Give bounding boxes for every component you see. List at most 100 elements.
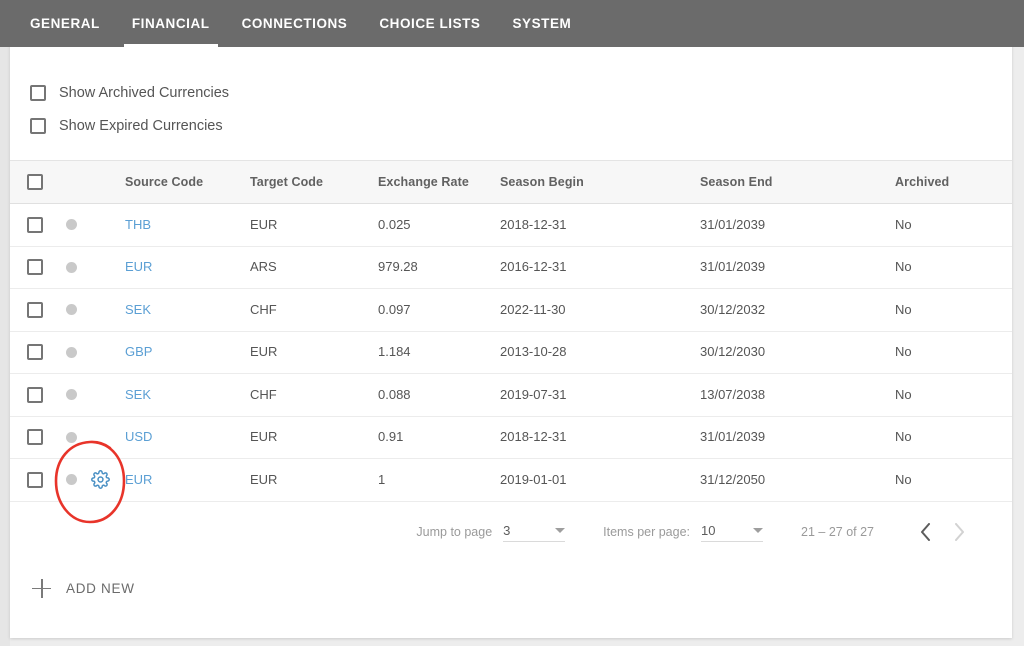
tab-system[interactable]: SYSTEM [496, 0, 587, 47]
row-select-cell[interactable] [10, 471, 60, 488]
row-select-cell[interactable] [10, 259, 60, 276]
source-code-link[interactable]: SEK [125, 387, 151, 402]
cell-season-begin: 2019-07-31 [500, 386, 700, 404]
cell-target-code: CHF [250, 386, 378, 404]
cell-source-code[interactable]: SEK [125, 386, 250, 404]
table-row[interactable]: SEK CHF 0.097 2022-11-30 30/12/2032 No [10, 289, 1012, 332]
row-select-cell[interactable] [10, 429, 60, 446]
cell-target-code: EUR [250, 216, 378, 234]
cell-text: 0.088 [378, 386, 411, 402]
checkbox-row-select[interactable] [27, 259, 43, 276]
table-row[interactable]: EUR EUR 1 2019-01-01 31/12/2050 No [10, 459, 1012, 502]
cell-text: 13/07/2038 [700, 386, 766, 402]
cell-exchange-rate: 979.28 [378, 258, 500, 276]
cell-text: 2019-07-31 [500, 386, 567, 402]
row-select-cell[interactable] [10, 344, 60, 361]
row-icon-cell [60, 346, 125, 358]
cell-text: CHF [250, 301, 277, 317]
table-row[interactable]: SEK CHF 0.088 2019-07-31 13/07/2038 No [10, 374, 1012, 417]
cell-text: 2019-01-01 [500, 471, 567, 487]
cell-text: 2016-12-31 [500, 259, 567, 275]
cell-text: 30/12/2032 [700, 301, 766, 317]
table-row[interactable]: GBP EUR 1.184 2013-10-28 30/12/2030 No [10, 331, 1012, 374]
cell-text: 1 [378, 471, 386, 487]
row-select-cell[interactable] [10, 216, 60, 233]
items-per-page-select[interactable]: 10 [701, 522, 764, 542]
left-gutter [0, 0, 10, 646]
cell-season-end: 31/01/2039 [700, 258, 895, 276]
checkbox-show-archived-currencies[interactable] [30, 84, 46, 101]
gear-icon[interactable] [90, 470, 110, 490]
table-row[interactable]: EUR ARS 979.28 2016-12-31 31/01/2039 No [10, 246, 1012, 289]
cell-exchange-rate: 1 [378, 471, 500, 489]
table-row[interactable]: USD EUR 0.91 2018-12-31 31/01/2039 No [10, 416, 1012, 459]
row-icon-cell [60, 431, 125, 443]
cell-season-end: 31/12/2050 [700, 471, 895, 489]
column-header-target-code[interactable]: Target Code [250, 173, 378, 191]
cell-source-code[interactable]: GBP [125, 343, 250, 361]
checkbox-row-select[interactable] [27, 429, 43, 446]
checkbox-row-select[interactable] [27, 386, 43, 403]
cell-source-code[interactable]: EUR [125, 471, 250, 489]
source-code-link[interactable]: USD [125, 429, 152, 444]
source-code-link[interactable]: SEK [125, 302, 151, 317]
checkbox-row-select[interactable] [27, 301, 43, 318]
next-page-button[interactable] [942, 515, 976, 549]
column-header-archived[interactable]: Archived [895, 173, 1005, 191]
cell-text: 31/01/2039 [700, 216, 766, 232]
cell-text: ARS [250, 259, 277, 275]
cell-exchange-rate: 1.184 [378, 343, 500, 361]
cell-source-code[interactable]: USD [125, 428, 250, 446]
cell-text: 0.097 [378, 301, 411, 317]
table-header-row: Source Code Target Code Exchange Rate Se… [10, 160, 1012, 204]
checkbox-row-select[interactable] [27, 471, 43, 488]
cell-season-end: 31/01/2039 [700, 216, 895, 234]
tab-general[interactable]: GENERAL [14, 0, 116, 47]
cell-text: 2018-12-31 [500, 216, 567, 232]
row-select-cell[interactable] [10, 386, 60, 403]
checkbox-select-all[interactable] [27, 174, 43, 190]
select-all-cell[interactable] [10, 174, 60, 190]
cell-exchange-rate: 0.025 [378, 216, 500, 234]
checkbox-row-select[interactable] [27, 216, 43, 233]
column-header-season-end[interactable]: Season End [700, 173, 895, 191]
tab-label-choice-lists: CHOICE LISTS [379, 16, 481, 31]
cell-text: No [895, 386, 912, 402]
cell-text: 30/12/2030 [700, 344, 766, 360]
checkbox-row-select[interactable] [27, 344, 43, 361]
row-icon-cell [60, 389, 125, 401]
filter-show-expired-currencies[interactable]: Show Expired Currencies [30, 109, 530, 142]
row-icon-cell [60, 261, 125, 273]
filter-show-archived-currencies[interactable]: Show Archived Currencies [30, 76, 530, 109]
cell-source-code[interactable]: THB [125, 216, 250, 234]
currency-table: Source Code Target Code Exchange Rate Se… [10, 160, 1012, 502]
cell-exchange-rate: 0.088 [378, 386, 500, 404]
source-code-link[interactable]: GBP [125, 344, 152, 359]
cell-text: 2018-12-31 [500, 429, 567, 445]
source-code-link[interactable]: THB [125, 217, 151, 232]
column-header-source-code[interactable]: Source Code [125, 173, 250, 191]
plus-icon [32, 578, 51, 598]
jump-to-page-select[interactable]: 3 [503, 523, 566, 542]
cell-source-code[interactable]: EUR [125, 258, 250, 276]
tab-connections[interactable]: CONNECTIONS [226, 0, 364, 47]
items-per-page-value: 10 [701, 522, 716, 538]
checkbox-show-expired-currencies[interactable] [30, 117, 46, 134]
add-new-button[interactable]: ADD NEW [32, 572, 135, 604]
row-icon-cell [60, 470, 125, 490]
tab-choice-lists[interactable]: CHOICE LISTS [363, 0, 496, 47]
column-header-season-begin[interactable]: Season Begin [500, 173, 700, 191]
tab-label-financial: FINANCIAL [131, 16, 210, 31]
previous-page-button[interactable] [908, 515, 942, 549]
source-code-link[interactable]: EUR [125, 472, 152, 487]
cell-season-begin: 2013-10-28 [500, 343, 700, 361]
row-select-cell[interactable] [10, 301, 60, 318]
cell-source-code[interactable]: SEK [125, 301, 250, 319]
tab-financial[interactable]: FINANCIAL [116, 0, 226, 47]
source-code-link[interactable]: EUR [125, 259, 152, 274]
column-header-exchange-rate[interactable]: Exchange Rate [378, 173, 500, 191]
filter-label-expired: Show Expired Currencies [59, 117, 223, 134]
row-icon-cell [60, 304, 125, 316]
table-row[interactable]: THB EUR 0.025 2018-12-31 31/01/2039 No [10, 204, 1012, 247]
cell-season-begin: 2019-01-01 [500, 471, 700, 489]
